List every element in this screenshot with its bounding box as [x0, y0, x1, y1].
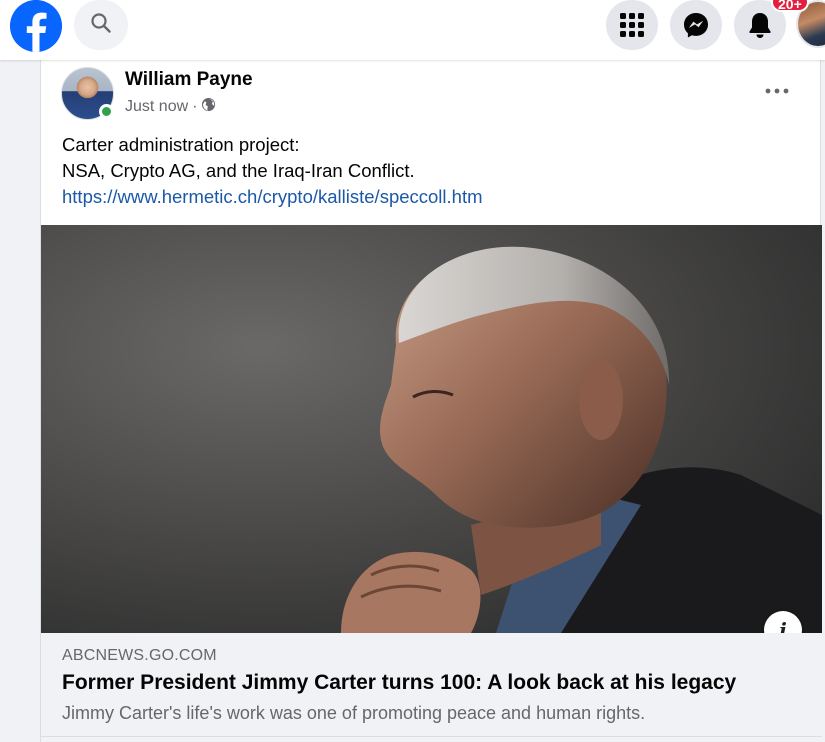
- messenger-button[interactable]: [670, 0, 722, 50]
- post-time[interactable]: Just now: [125, 98, 188, 116]
- online-status-indicator: [99, 104, 114, 119]
- post-card: William Payne Just now · Carter administ…: [40, 60, 822, 742]
- post-options-button[interactable]: [761, 78, 793, 102]
- link-preview[interactable]: ABCNEWS.GO.COM Former President Jimmy Ca…: [41, 633, 822, 742]
- facebook-logo-icon[interactable]: [10, 0, 62, 52]
- post-body: Carter administration project: NSA, Cryp…: [62, 132, 483, 210]
- divider: [41, 736, 822, 737]
- post-text-line: NSA, Crypto AG, and the Iraq-Iran Confli…: [62, 160, 415, 181]
- search-button[interactable]: [74, 0, 128, 50]
- top-navigation-bar: [0, 0, 825, 60]
- author-name[interactable]: William Payne: [125, 69, 253, 91]
- menu-grid-icon: [619, 12, 645, 38]
- globe-icon[interactable]: [201, 97, 216, 117]
- bell-icon: [747, 11, 773, 39]
- more-options-icon: [765, 81, 789, 99]
- link-preview-image[interactable]: [41, 225, 822, 633]
- meta-separator: ·: [192, 98, 198, 115]
- post-link[interactable]: https://www.hermetic.ch/crypto/kalliste/…: [62, 186, 483, 207]
- link-summary: Jimmy Carter's life's work was one of pr…: [62, 703, 646, 723]
- link-headline[interactable]: Former President Jimmy Carter turns 100:…: [62, 671, 736, 695]
- search-icon: [90, 12, 112, 39]
- link-domain: ABCNEWS.GO.COM: [62, 647, 217, 664]
- menu-button[interactable]: [606, 0, 658, 50]
- messenger-icon: [682, 11, 710, 39]
- notifications-badge: 20+: [771, 0, 809, 12]
- post-text-line: Carter administration project:: [62, 134, 300, 155]
- post-meta: Just now ·: [125, 97, 216, 117]
